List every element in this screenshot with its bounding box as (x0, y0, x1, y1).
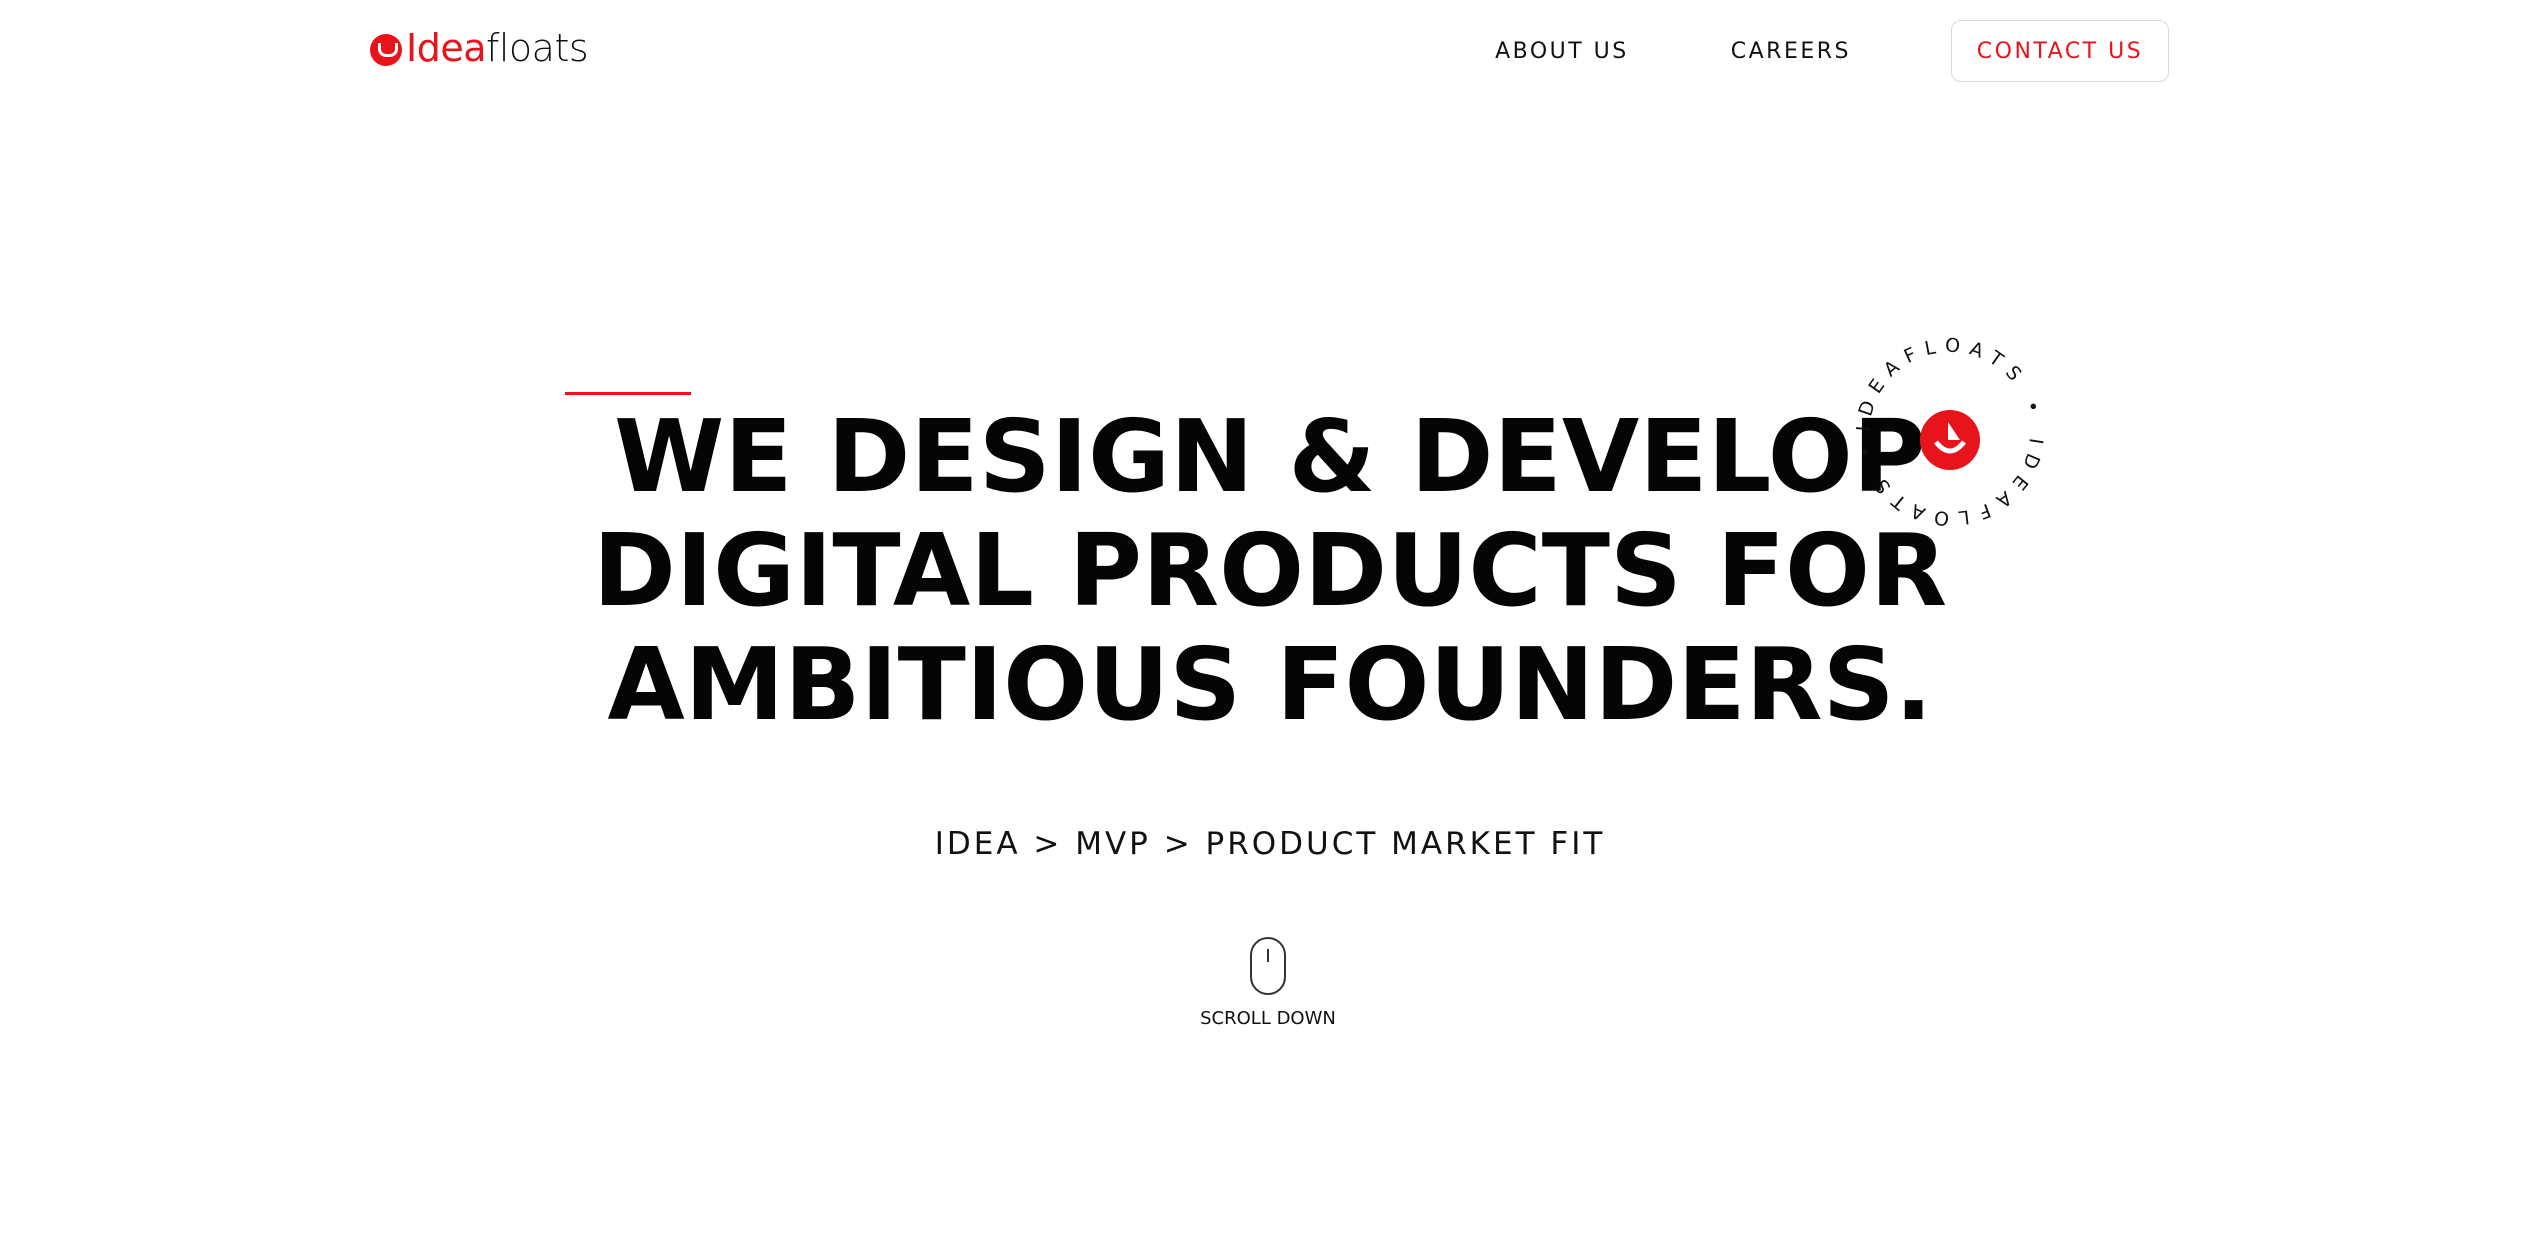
headline-line-3: AMBITIOUS FOUNDERS. (607, 626, 1933, 743)
scroll-mouse-icon[interactable] (1250, 937, 1286, 995)
headline-line-1: WE DESIGN & DEVELOP (613, 398, 1927, 515)
scroll-down-label[interactable]: SCROLL DOWN (1168, 1008, 1368, 1029)
page: Ideafloats ABOUT US CAREERS CONTACT US W… (0, 0, 2527, 1247)
hero-tagline: IDEA > MVP > PRODUCT MARKET FIT (934, 826, 1606, 862)
logo[interactable]: Ideafloats (370, 26, 589, 70)
hero-headline: WE DESIGN & DEVELOP DIGITAL PRODUCTS FOR… (500, 400, 2040, 742)
logo-wordmark: Ideafloats (406, 26, 589, 70)
headline-line-2: DIGITAL PRODUCTS FOR (592, 512, 1948, 629)
logo-boat-icon (370, 34, 402, 66)
badge-svg: IDEAFLOATS • IDEAFLOATS • (1853, 334, 2038, 529)
nav-about-us[interactable]: ABOUT US (1495, 39, 1629, 64)
rotating-badge: IDEAFLOATS • IDEAFLOATS • (1840, 322, 2060, 542)
accent-rule (565, 392, 691, 395)
nav-careers[interactable]: CAREERS (1731, 39, 1851, 64)
contact-us-button[interactable]: CONTACT US (1951, 20, 2169, 82)
top-nav: ABOUT US CAREERS CONTACT US (1495, 20, 2169, 82)
